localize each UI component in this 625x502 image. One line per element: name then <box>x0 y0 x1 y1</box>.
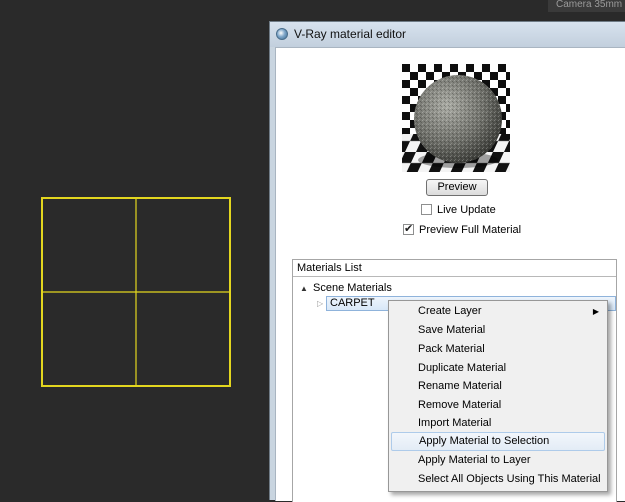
live-update-row[interactable]: Live Update <box>421 204 496 216</box>
window-titlebar[interactable]: V-Ray material editor <box>270 22 625 47</box>
menu-item-save-material[interactable]: Save Material <box>391 321 605 340</box>
window-title: V-Ray material editor <box>294 27 407 41</box>
viewport-grid <box>41 197 231 387</box>
live-update-label: Live Update <box>437 204 496 216</box>
preview-full-material-label: Preview Full Material <box>419 224 522 236</box>
menu-item-create-layer[interactable]: Create Layer ▶ <box>391 302 605 321</box>
submenu-arrow-icon: ▶ <box>592 307 599 316</box>
preview-full-material-row[interactable]: ✔ Preview Full Material <box>403 223 522 236</box>
triangle-down-icon[interactable]: ▲ <box>300 284 308 293</box>
menu-item-import-material[interactable]: Import Material <box>391 414 605 433</box>
menu-item-pack-material[interactable]: Pack Material <box>391 340 605 359</box>
live-update-checkbox[interactable] <box>421 204 432 215</box>
preview-sphere-texture <box>414 75 502 163</box>
preview-button[interactable]: Preview <box>426 179 488 196</box>
menu-item-select-all-objects[interactable]: Select All Objects Using This Material <box>391 470 605 489</box>
context-menu: Create Layer ▶ Save Material Pack Materi… <box>388 300 608 492</box>
vray-app-icon <box>276 28 288 40</box>
checkmark-icon: ✔ <box>404 223 414 235</box>
tree-node-scene-materials[interactable]: Scene Materials <box>313 282 392 294</box>
menu-item-duplicate-material[interactable]: Duplicate Material <box>391 359 605 378</box>
menu-item-apply-to-selection[interactable]: Apply Material to Selection <box>391 432 605 451</box>
camera-label: Camera 35mm ( <box>548 0 625 12</box>
menu-item-label: Create Layer <box>418 305 482 317</box>
menu-item-remove-material[interactable]: Remove Material <box>391 396 605 415</box>
materials-list-header: Materials List <box>293 260 616 277</box>
preview-full-material-checkbox[interactable]: ✔ <box>403 223 414 235</box>
menu-item-rename-material[interactable]: Rename Material <box>391 377 605 396</box>
material-preview-image <box>402 64 510 172</box>
triangle-right-icon[interactable]: ▷ <box>317 299 323 308</box>
menu-item-apply-to-layer[interactable]: Apply Material to Layer <box>391 451 605 470</box>
